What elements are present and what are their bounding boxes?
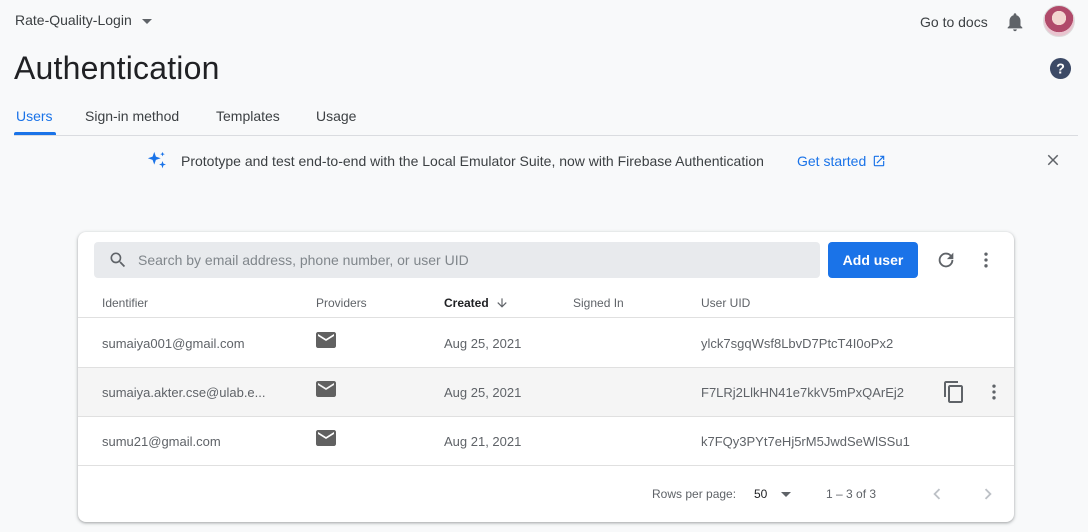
active-tab-indicator [14, 132, 56, 135]
created-cell: Aug 25, 2021 [444, 385, 522, 400]
rows-per-page-value: 50 [754, 487, 768, 501]
more-options-icon[interactable] [976, 250, 996, 270]
row-more-options-icon[interactable] [984, 382, 1004, 402]
notifications-bell-icon[interactable] [1004, 11, 1026, 33]
pagination-range: 1 – 3 of 3 [826, 487, 877, 501]
next-page-icon[interactable] [977, 483, 999, 505]
user-uid-cell: F7LRj2LlkHN41e7kkV5mPxQArEj2 [701, 385, 905, 400]
tab-templates[interactable]: Templates [216, 108, 280, 124]
created-header-label: Created [444, 296, 489, 310]
email-icon [316, 381, 336, 397]
email-icon [316, 430, 336, 446]
sparkle-icon [147, 151, 166, 169]
tab-bar: Users Sign-in method Templates Usage [14, 100, 1078, 136]
copy-uid-icon[interactable] [942, 380, 966, 404]
go-to-docs-link[interactable]: Go to docs [920, 14, 988, 30]
column-header-signed-in[interactable]: Signed In [573, 296, 624, 310]
chevron-down-icon [141, 18, 152, 24]
add-user-button[interactable]: Add user [828, 242, 918, 278]
svg-text:?: ? [1056, 61, 1065, 77]
table-row[interactable]: sumaiya.akter.cse@ulab.e... Aug 25, 2021… [78, 368, 1014, 417]
emulator-banner: Prototype and test end-to-end with the L… [0, 146, 1088, 176]
close-banner-icon[interactable] [1044, 151, 1062, 169]
open-in-new-icon [874, 155, 885, 167]
column-header-user-uid: User UID [701, 296, 751, 310]
banner-text: Prototype and test end-to-end with the L… [181, 153, 764, 169]
created-cell: Aug 25, 2021 [444, 336, 522, 351]
tab-users[interactable]: Users [16, 108, 53, 124]
column-header-identifier[interactable]: Identifier [102, 296, 148, 310]
tab-sign-in-method[interactable]: Sign-in method [85, 108, 179, 124]
refresh-icon[interactable] [935, 249, 957, 271]
column-header-created[interactable]: Created [444, 296, 509, 310]
previous-page-icon[interactable] [926, 483, 948, 505]
tab-usage[interactable]: Usage [316, 108, 356, 124]
account-avatar[interactable] [1043, 5, 1075, 37]
rows-per-page-select[interactable]: 50 [754, 482, 798, 506]
users-table-card: Add user Identifier Providers Created Si… [78, 232, 1014, 522]
project-selector[interactable]: Rate-Quality-Login [15, 12, 152, 28]
search-icon [110, 252, 126, 268]
rows-per-page-label: Rows per page: [652, 487, 737, 501]
pagination-footer: Rows per page: 50 1 – 3 of 3 [78, 466, 1014, 522]
table-header: Identifier Providers Created Signed In U… [78, 288, 1014, 318]
user-uid-cell: k7FQy3PYt7eHj5rM5JwdSeWlSSu1 [701, 434, 910, 449]
get-started-link[interactable]: Get started [797, 153, 886, 169]
user-uid-cell: ylck7sgqWsf8LbvD7PtcT4I0oPx2 [701, 336, 894, 351]
email-icon [316, 332, 336, 348]
column-header-providers: Providers [316, 296, 367, 310]
table-row[interactable]: sumaiya001@gmail.com Aug 25, 2021 ylck7s… [78, 319, 1014, 368]
identifier-cell: sumaiya001@gmail.com [102, 336, 245, 351]
table-row[interactable]: sumu21@gmail.com Aug 21, 2021 k7FQy3PYt7… [78, 417, 1014, 466]
created-cell: Aug 21, 2021 [444, 434, 522, 449]
search-input[interactable] [138, 242, 798, 278]
top-bar: Rate-Quality-Login Go to docs [0, 0, 1088, 44]
identifier-cell: sumu21@gmail.com [102, 434, 221, 449]
project-name: Rate-Quality-Login [15, 12, 132, 28]
page-title: Authentication [14, 50, 220, 86]
identifier-cell: sumaiya.akter.cse@ulab.e... [102, 385, 266, 400]
search-bar [94, 242, 820, 278]
chevron-down-icon [781, 491, 792, 497]
arrow-down-icon [497, 298, 507, 308]
help-icon[interactable]: ? [1049, 57, 1072, 80]
get-started-label: Get started [797, 153, 867, 169]
